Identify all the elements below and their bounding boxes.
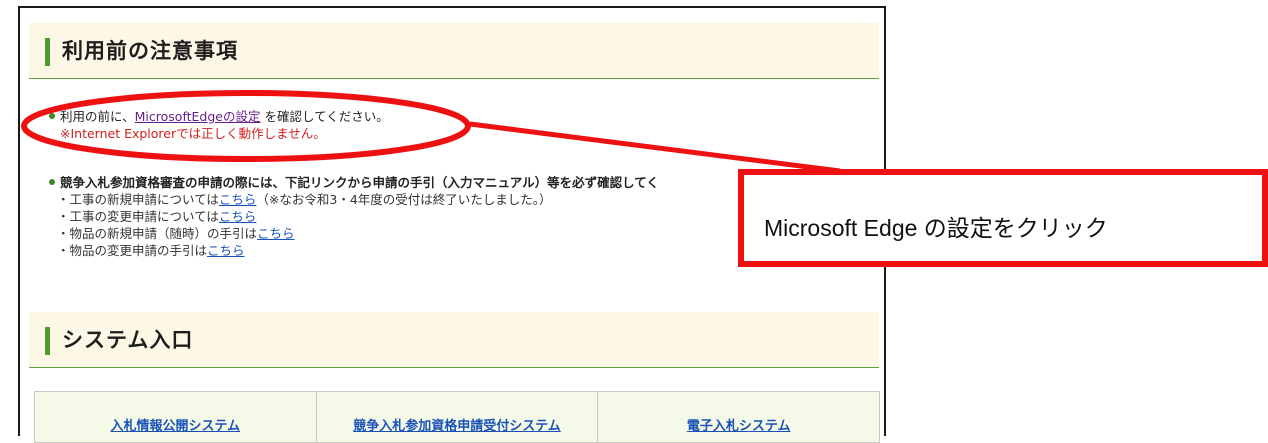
callout-pointer-line <box>469 121 841 174</box>
highlight-ellipse <box>21 90 471 162</box>
callout-text: Microsoft Edge の設定をクリック <box>764 215 1108 241</box>
callout-box: Microsoft Edge の設定をクリック <box>738 169 1268 267</box>
